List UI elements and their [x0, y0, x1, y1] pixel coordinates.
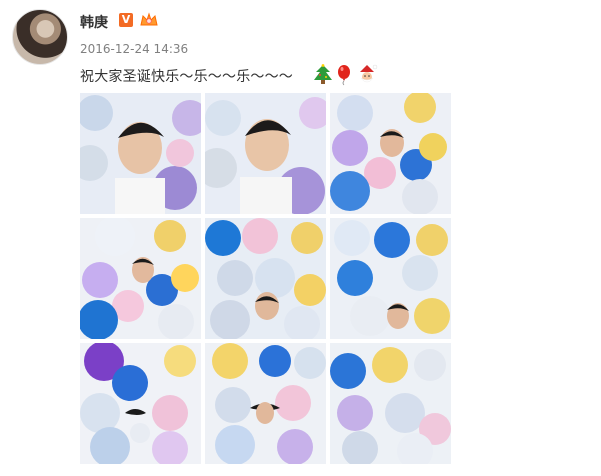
photo-3[interactable] [330, 93, 451, 214]
photo-8[interactable] [205, 343, 326, 464]
author-name[interactable]: 韩庚 [80, 12, 108, 32]
christmas-tree-icon [314, 64, 332, 84]
photo-2[interactable] [205, 93, 326, 214]
photo-4[interactable] [80, 218, 201, 339]
post-text: 祝大家圣诞快乐～乐～～乐～～～ [80, 69, 293, 85]
photo-9[interactable] [330, 343, 451, 464]
member-crown-icon [139, 12, 159, 28]
photo-6[interactable] [330, 218, 451, 339]
photo-1[interactable] [80, 93, 201, 214]
photo-7[interactable] [80, 343, 201, 464]
post-emojis [313, 64, 381, 86]
post-timestamp[interactable]: 2016-12-24 14:36 [80, 42, 188, 56]
photo-5[interactable] [205, 218, 326, 339]
balloon-icon [338, 65, 350, 86]
avatar[interactable] [12, 9, 68, 65]
santa-face-icon [358, 64, 378, 83]
verified-badge-icon: V [119, 13, 133, 27]
photo-grid [80, 93, 451, 465]
